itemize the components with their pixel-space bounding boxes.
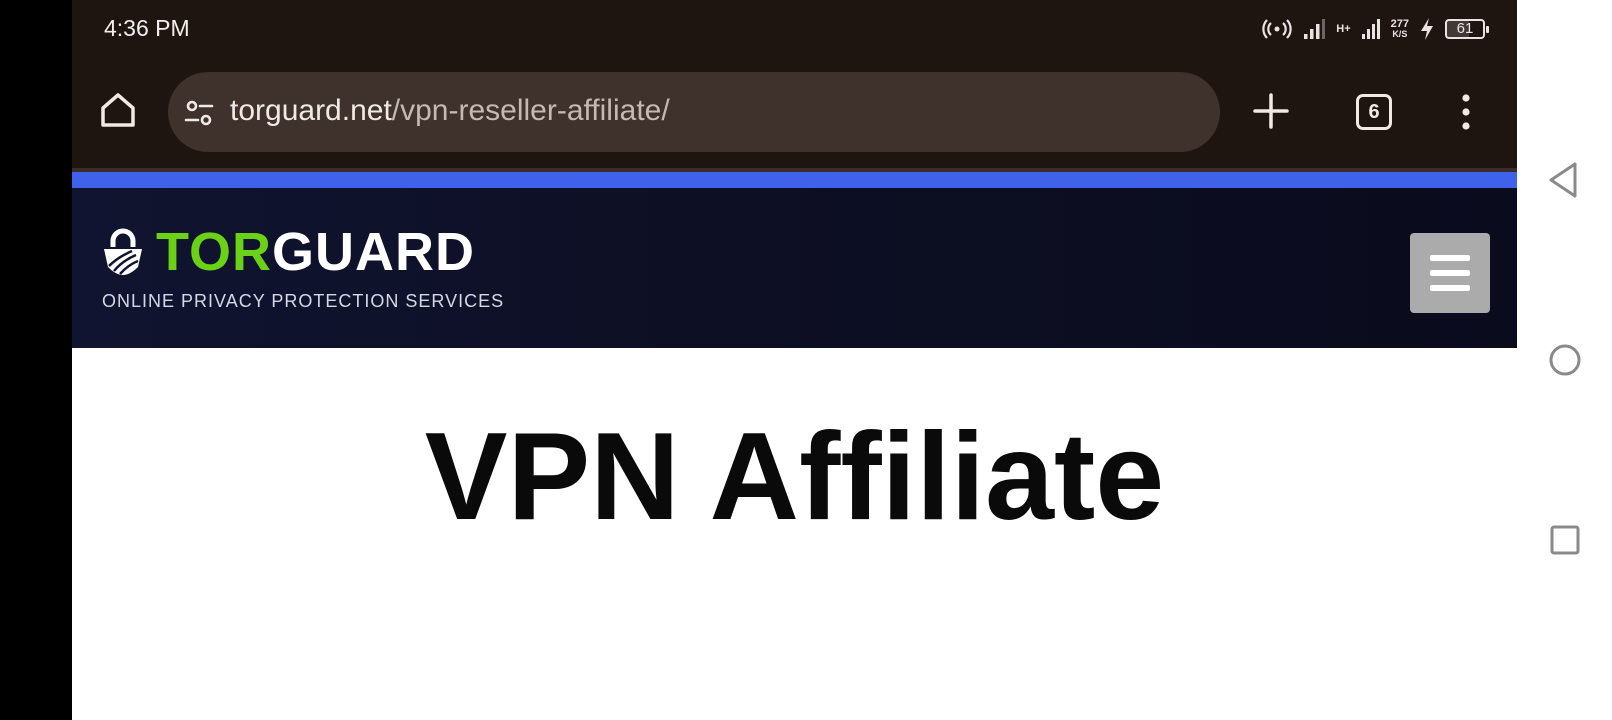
url-path: /vpn-reseller-affiliate/ bbox=[391, 94, 670, 127]
tune-icon[interactable] bbox=[182, 96, 216, 130]
device-screen: 4:36 PM H+ 277 K/S 61 torguard.net/vpn-r… bbox=[72, 0, 1517, 720]
speed-unit: K/S bbox=[1392, 29, 1408, 39]
site-top-bar bbox=[72, 172, 1517, 188]
battery-level: 61 bbox=[1456, 20, 1474, 37]
hotspot-icon bbox=[1262, 19, 1292, 39]
torguard-logo[interactable]: TORGUARD bbox=[100, 222, 475, 282]
page-title: VPN Affiliate bbox=[424, 408, 1165, 546]
circle-home-icon[interactable] bbox=[1545, 340, 1585, 380]
hamburger-menu-button[interactable] bbox=[1410, 233, 1490, 313]
url-domain: torguard.net bbox=[230, 94, 392, 127]
status-bar: 4:36 PM H+ 277 K/S 61 bbox=[72, 0, 1517, 58]
home-icon[interactable] bbox=[98, 90, 138, 130]
charging-icon bbox=[1421, 18, 1433, 40]
site-tagline: ONLINE PRIVACY PROTECTION SERVICES bbox=[102, 291, 505, 311]
back-triangle-icon[interactable] bbox=[1545, 160, 1585, 200]
browser-toolbar: torguard.net/vpn-reseller-affiliate/ 6 bbox=[72, 58, 1517, 168]
signal-icon bbox=[1304, 19, 1326, 39]
logo-tor: TOR bbox=[156, 222, 273, 282]
left-black-bar bbox=[0, 0, 72, 720]
logo-guard: GUARD bbox=[272, 222, 476, 282]
network-type: H+ bbox=[1336, 23, 1351, 35]
url-bar[interactable]: torguard.net/vpn-reseller-affiliate/ bbox=[168, 72, 1220, 152]
hamburger-icon bbox=[1430, 255, 1470, 261]
site-header: TORGUARD ONLINE PRIVACY PROTECTION SERVI… bbox=[72, 188, 1517, 348]
page-content: VPN Affiliate bbox=[72, 348, 1517, 720]
battery-icon: 61 bbox=[1445, 19, 1489, 39]
more-vert-icon[interactable] bbox=[1456, 92, 1476, 132]
plus-icon[interactable] bbox=[1252, 92, 1290, 130]
url-text[interactable]: torguard.net/vpn-reseller-affiliate/ bbox=[230, 94, 670, 128]
system-navigation-bar bbox=[1517, 0, 1612, 720]
logo-wordmark: TORGUARD bbox=[156, 222, 475, 282]
status-icons: H+ 277 K/S 61 bbox=[1262, 14, 1489, 44]
status-time: 4:36 PM bbox=[104, 15, 190, 41]
signal-2-icon bbox=[1361, 19, 1380, 39]
square-recents-icon[interactable] bbox=[1545, 520, 1585, 560]
lock-shield-icon bbox=[104, 228, 142, 275]
network-speed: 277 K/S bbox=[1391, 19, 1409, 40]
tab-switcher-button[interactable]: 6 bbox=[1356, 94, 1392, 130]
